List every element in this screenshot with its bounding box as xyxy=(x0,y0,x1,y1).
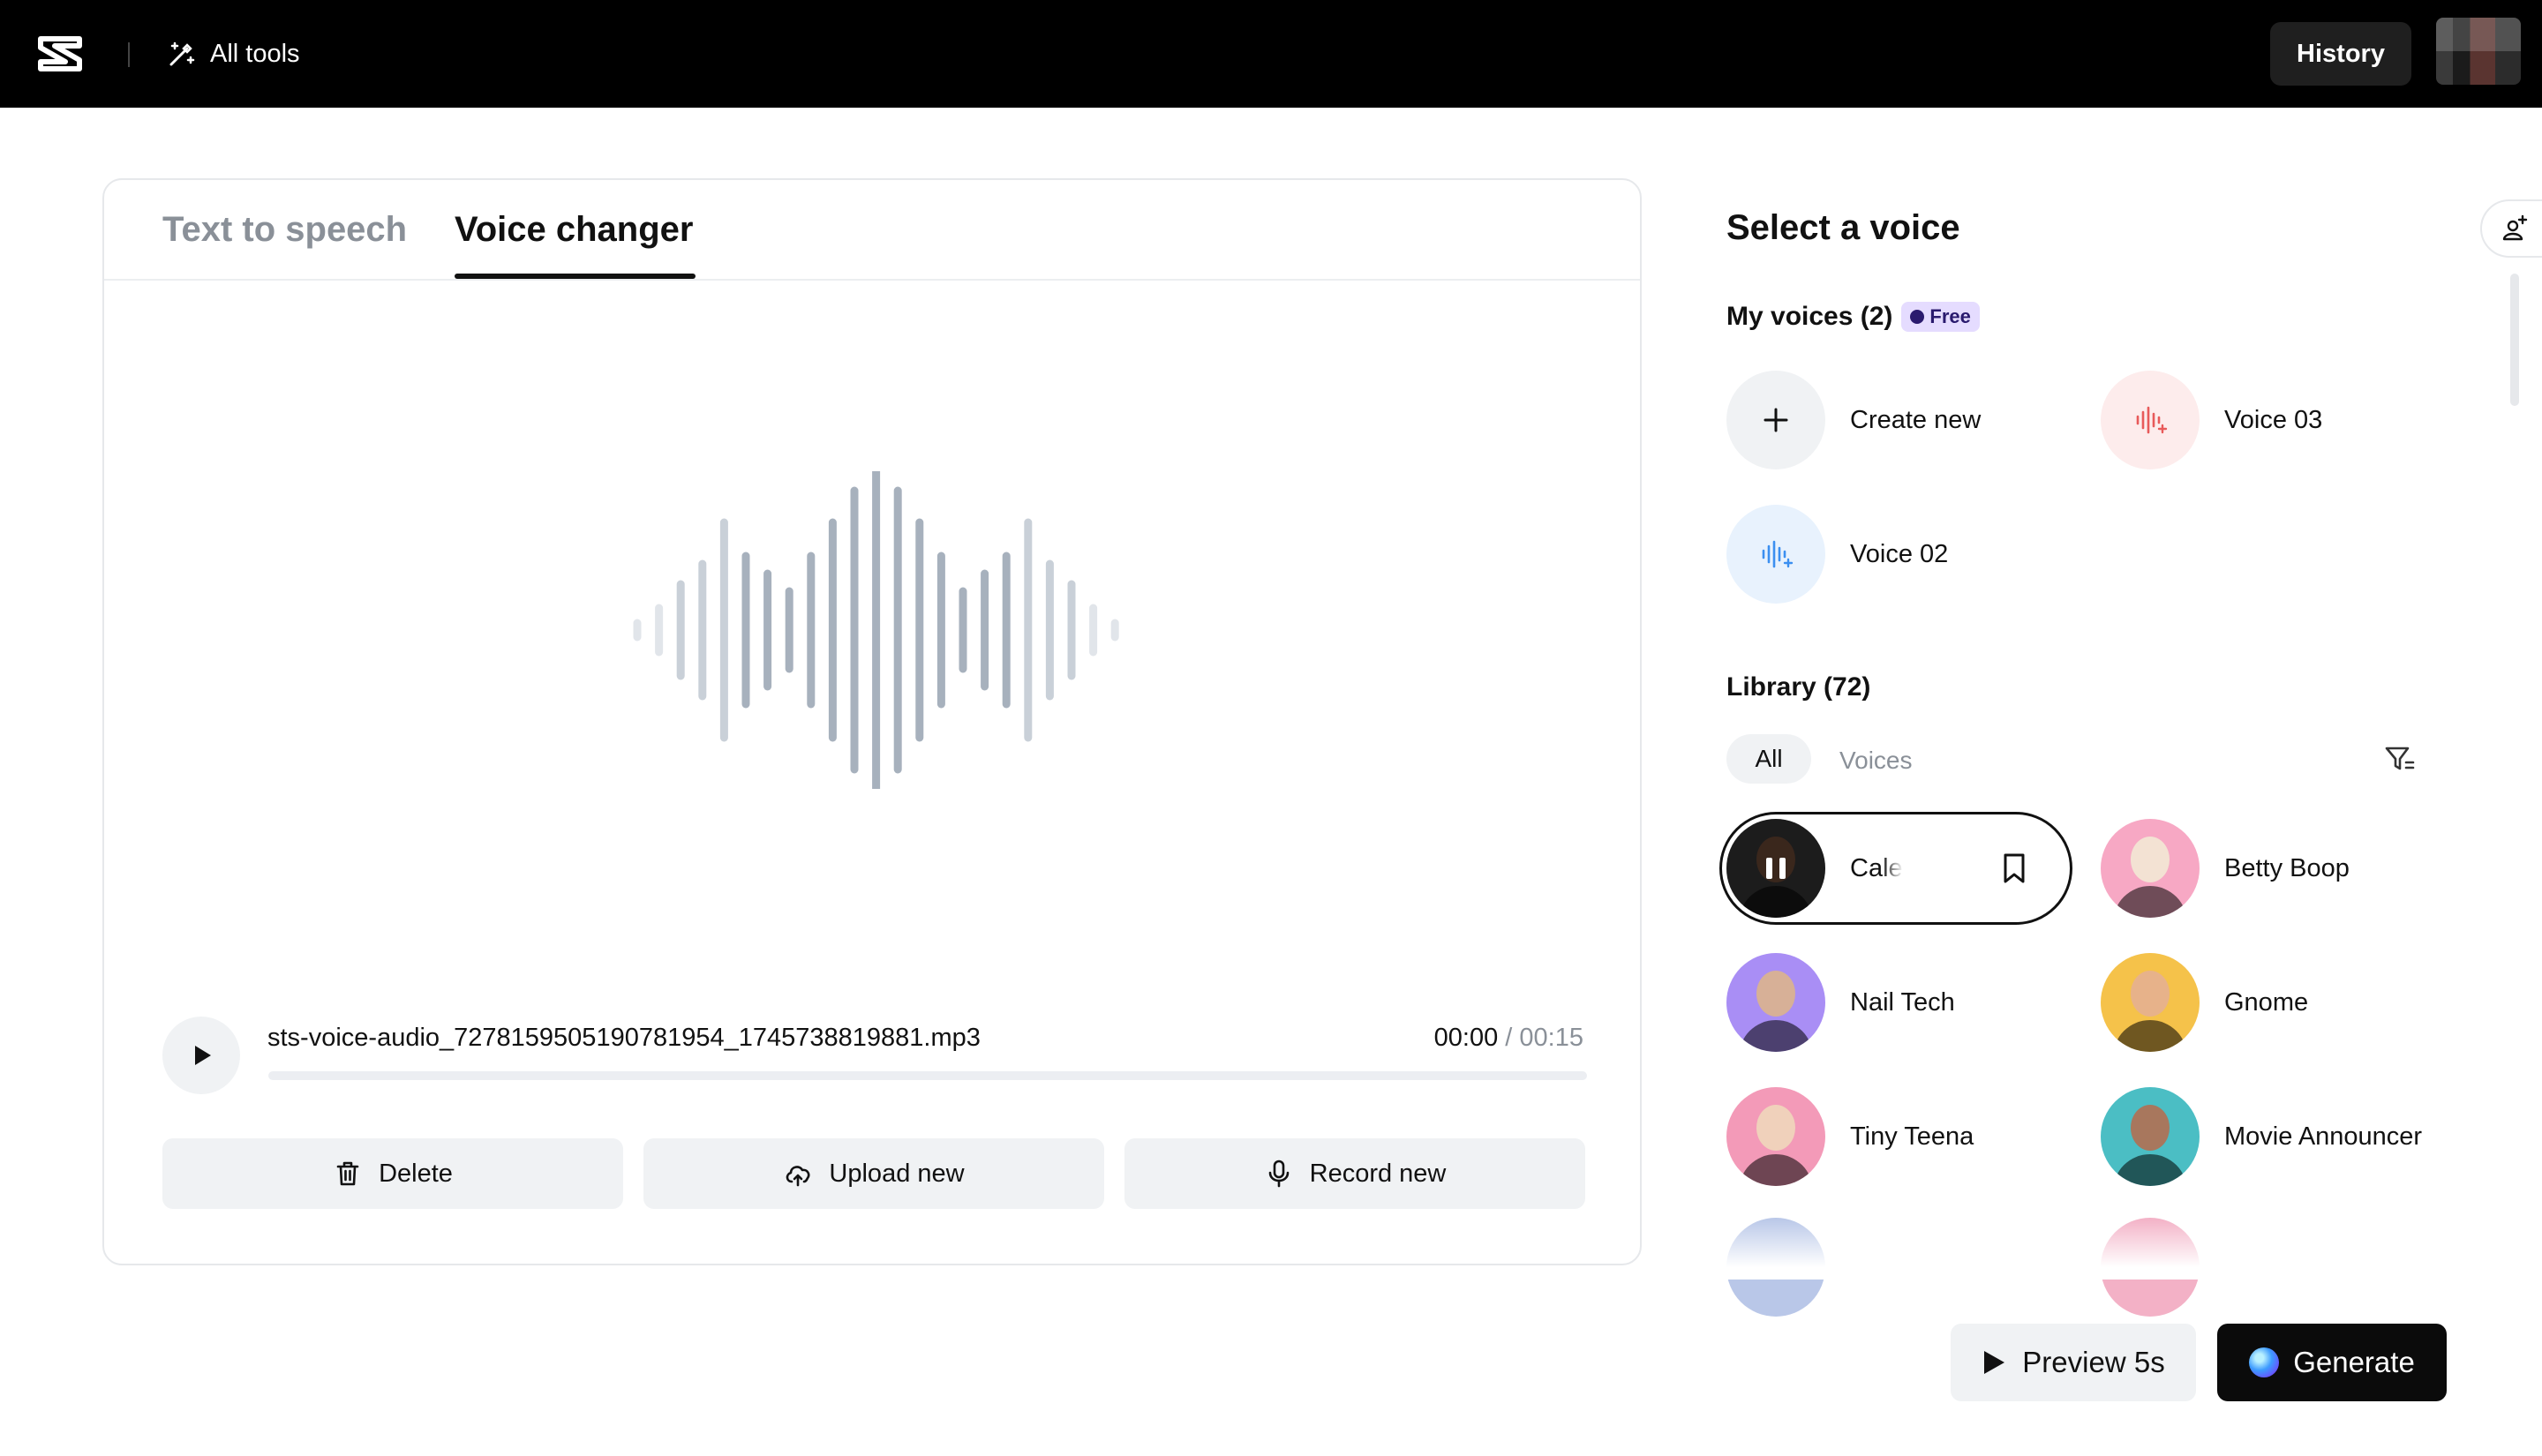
my-voices-heading: My voices (2) Free xyxy=(1726,302,1980,332)
voice-avatar xyxy=(1726,819,1825,918)
upload-new-label: Upload new xyxy=(829,1160,964,1189)
bookmark-icon[interactable] xyxy=(1997,851,2032,886)
trash-icon xyxy=(333,1159,363,1189)
history-button[interactable]: History xyxy=(2270,22,2411,86)
list-fade-overlay xyxy=(1712,1218,2471,1280)
playback-progress-bar[interactable] xyxy=(268,1071,1587,1080)
voice-item-voice-02[interactable]: Voice 02 xyxy=(1726,505,1948,604)
voice-name: Cale xyxy=(1850,854,1903,883)
voice-item-nail-tech[interactable]: Nail Tech xyxy=(1726,953,1955,1052)
microphone-icon xyxy=(1264,1159,1294,1189)
free-badge-label: Free xyxy=(1929,305,1970,328)
all-tools-label: All tools xyxy=(210,40,300,69)
voice-avatar xyxy=(1726,953,1825,1052)
voice-name: Gnome xyxy=(2224,988,2308,1017)
voice-item-gnome[interactable]: Gnome xyxy=(2101,953,2308,1052)
capcut-logo-icon[interactable] xyxy=(35,32,85,76)
playback-time: 00:00 / 00:15 xyxy=(1434,1024,1583,1053)
delete-label: Delete xyxy=(379,1160,453,1189)
active-tab-indicator xyxy=(455,274,696,279)
play-icon xyxy=(188,1042,214,1069)
time-separator: / xyxy=(1498,1024,1519,1052)
waveform-visual xyxy=(625,471,1137,789)
record-new-label: Record new xyxy=(1310,1160,1447,1189)
voice-item-tiny-teena[interactable]: Tiny Teena xyxy=(1726,1087,1974,1186)
filter-icon[interactable] xyxy=(2381,741,2417,777)
voice-avatar xyxy=(2101,953,2200,1052)
voice-name: Movie Announcer xyxy=(2224,1122,2422,1152)
voice-avatar xyxy=(2101,1087,2200,1186)
select-voice-title: Select a voice xyxy=(1726,208,1960,248)
voice-name: Tiny Teena xyxy=(1850,1122,1974,1152)
plus-icon xyxy=(1726,371,1825,469)
upload-new-button[interactable]: Upload new xyxy=(643,1138,1104,1209)
record-new-button[interactable]: Record new xyxy=(1124,1138,1585,1209)
voice-name: Voice 03 xyxy=(2224,406,2322,435)
duration: 00:15 xyxy=(1519,1024,1583,1052)
tab-text-to-speech[interactable]: Text to speech xyxy=(162,210,407,250)
voice-name: Nail Tech xyxy=(1850,988,1955,1017)
play-button[interactable] xyxy=(162,1017,240,1094)
voice-wave-icon xyxy=(1726,505,1825,604)
generate-label: Generate xyxy=(2293,1346,2415,1379)
voice-item-voice-03[interactable]: Voice 03 xyxy=(2101,371,2322,469)
top-bar: All tools History xyxy=(0,0,2542,108)
current-time: 00:00 xyxy=(1434,1024,1499,1052)
voice-item-cale[interactable]: Cale xyxy=(1726,819,1903,918)
user-avatar[interactable] xyxy=(2436,18,2521,85)
library-heading: Library (72) xyxy=(1726,672,1870,702)
filter-chip-all[interactable]: All xyxy=(1726,734,1811,784)
tab-bar: Text to speech Voice changer xyxy=(104,180,1640,281)
sparkle-user-icon xyxy=(2500,214,2530,244)
voice-wave-icon xyxy=(2101,371,2200,469)
topbar-divider xyxy=(128,42,130,67)
audio-file-name: sts-voice-audio_7278159505190781954_1745… xyxy=(267,1024,981,1053)
preview-label: Preview 5s xyxy=(2022,1346,2164,1379)
preview-button[interactable]: Preview 5s xyxy=(1951,1324,2196,1401)
create-new-label: Create new xyxy=(1850,406,1981,435)
voice-avatar xyxy=(2101,819,2200,918)
create-new-voice-button[interactable]: Create new xyxy=(1726,371,1981,469)
clock-icon xyxy=(1910,310,1924,324)
free-badge: Free xyxy=(1901,302,1979,332)
voice-item-betty-boop[interactable]: Betty Boop xyxy=(2101,819,2350,918)
ai-assistant-tab[interactable] xyxy=(2480,199,2542,258)
my-voices-label: My voices (2) xyxy=(1726,302,1892,332)
voice-name: Voice 02 xyxy=(1850,540,1948,569)
voice-name: Betty Boop xyxy=(2224,854,2350,883)
voice-avatar xyxy=(1726,1087,1825,1186)
tab-voice-changer[interactable]: Voice changer xyxy=(455,210,693,250)
filter-chip-voices[interactable]: Voices xyxy=(1839,747,1913,775)
delete-button[interactable]: Delete xyxy=(162,1138,623,1209)
ai-orb-icon xyxy=(2249,1347,2279,1377)
magic-wand-icon xyxy=(166,38,198,70)
pause-icon[interactable] xyxy=(1726,819,1825,918)
all-tools-button[interactable]: All tools xyxy=(166,34,300,74)
voice-list-scrollbar[interactable] xyxy=(2510,274,2519,406)
voice-item-movie-announcer[interactable]: Movie Announcer xyxy=(2101,1087,2422,1186)
generate-button[interactable]: Generate xyxy=(2217,1324,2447,1401)
cloud-upload-icon xyxy=(783,1159,813,1189)
voice-changer-card: Text to speech Voice changer sts-voice-a… xyxy=(102,178,1642,1265)
play-icon xyxy=(1982,1349,2006,1376)
